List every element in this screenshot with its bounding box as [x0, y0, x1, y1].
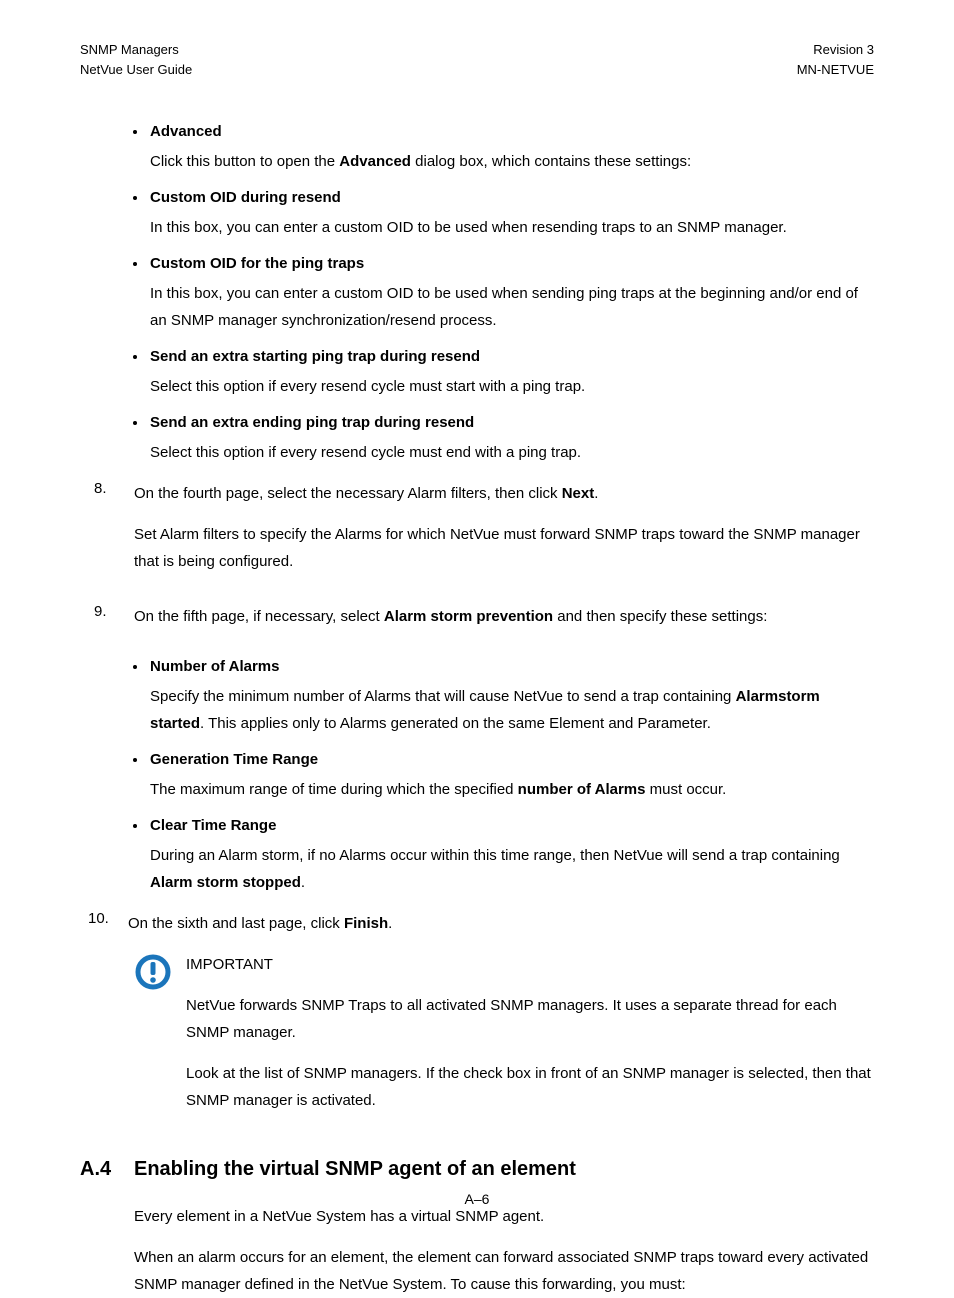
step-line: On the fourth page, select the necessary…: [134, 480, 874, 507]
item-title: Number of Alarms: [150, 658, 874, 675]
step-number: 10.: [80, 910, 128, 937]
list-item: Custom OID for the ping traps In this bo…: [148, 255, 874, 334]
list-item: Custom OID during resend In this box, yo…: [148, 189, 874, 241]
item-body: Specify the minimum number of Alarms tha…: [150, 683, 874, 737]
section-heading: A.4 Enabling the virtual SNMP agent of a…: [80, 1158, 874, 1181]
section-body: Every element in a NetVue System has a v…: [134, 1203, 874, 1298]
step-number: 8.: [80, 480, 134, 589]
step-number: 9.: [80, 603, 134, 644]
step-10: 10. On the sixth and last page, click Fi…: [80, 910, 874, 937]
header-right-2: MN-NETVUE: [797, 60, 874, 80]
header-left: SNMP Managers NetVue User Guide: [80, 40, 192, 79]
bullet-list-1: Advanced Click this button to open the A…: [148, 123, 874, 466]
item-body: Select this option if every resend cycle…: [150, 439, 874, 466]
item-title: Custom OID during resend: [150, 189, 874, 206]
list-item: Number of Alarms Specify the minimum num…: [148, 658, 874, 737]
important-icon: [134, 951, 186, 1128]
header-left-2: NetVue User Guide: [80, 60, 192, 80]
page-number: A–6: [0, 1191, 954, 1207]
header-right-1: Revision 3: [797, 40, 874, 60]
list-item: Generation Time Range The maximum range …: [148, 751, 874, 803]
item-body: The maximum range of time during which t…: [150, 776, 874, 803]
list-item: Send an extra starting ping trap during …: [148, 348, 874, 400]
important-note: IMPORTANT NetVue forwards SNMP Traps to …: [134, 951, 874, 1128]
item-title: Generation Time Range: [150, 751, 874, 768]
section-title: Enabling the virtual SNMP agent of an el…: [134, 1158, 576, 1181]
page: SNMP Managers NetVue User Guide Revision…: [0, 0, 954, 1235]
step-9: 9. On the fifth page, if necessary, sele…: [80, 603, 874, 644]
list-item: Clear Time Range During an Alarm storm, …: [148, 817, 874, 896]
item-body: In this box, you can enter a custom OID …: [150, 214, 874, 241]
item-title: Send an extra ending ping trap during re…: [150, 414, 874, 431]
list-item: Send an extra ending ping trap during re…: [148, 414, 874, 466]
step-body: On the fourth page, select the necessary…: [134, 480, 874, 589]
item-title: Advanced: [150, 123, 874, 140]
item-title: Custom OID for the ping traps: [150, 255, 874, 272]
section-p1: Every element in a NetVue System has a v…: [134, 1203, 874, 1230]
item-body: During an Alarm storm, if no Alarms occu…: [150, 842, 874, 896]
step-body: On the fifth page, if necessary, select …: [134, 603, 874, 644]
item-body: In this box, you can enter a custom OID …: [150, 280, 874, 334]
item-title: Clear Time Range: [150, 817, 874, 834]
important-text: IMPORTANT NetVue forwards SNMP Traps to …: [186, 951, 874, 1128]
step-8: 8. On the fourth page, select the necess…: [80, 480, 874, 589]
step-line: Set Alarm filters to specify the Alarms …: [134, 521, 874, 575]
item-title: Send an extra starting ping trap during …: [150, 348, 874, 365]
step-body: On the sixth and last page, click Finish…: [128, 910, 874, 937]
section-number: A.4: [80, 1158, 134, 1181]
list-item: Advanced Click this button to open the A…: [148, 123, 874, 175]
step-line: On the fifth page, if necessary, select …: [134, 603, 874, 630]
header-left-1: SNMP Managers: [80, 40, 192, 60]
item-body: Click this button to open the Advanced d…: [150, 148, 874, 175]
bullet-list-2: Number of Alarms Specify the minimum num…: [148, 658, 874, 896]
ordered-steps-2: 10. On the sixth and last page, click Fi…: [80, 910, 874, 937]
important-p2: Look at the list of SNMP managers. If th…: [186, 1060, 874, 1114]
page-header: SNMP Managers NetVue User Guide Revision…: [80, 40, 874, 79]
important-label: IMPORTANT: [186, 951, 874, 978]
ordered-steps: 8. On the fourth page, select the necess…: [80, 480, 874, 644]
important-p1: NetVue forwards SNMP Traps to all activa…: [186, 992, 874, 1046]
section-p2: When an alarm occurs for an element, the…: [134, 1244, 874, 1298]
item-body: Select this option if every resend cycle…: [150, 373, 874, 400]
header-right: Revision 3 MN-NETVUE: [797, 40, 874, 79]
